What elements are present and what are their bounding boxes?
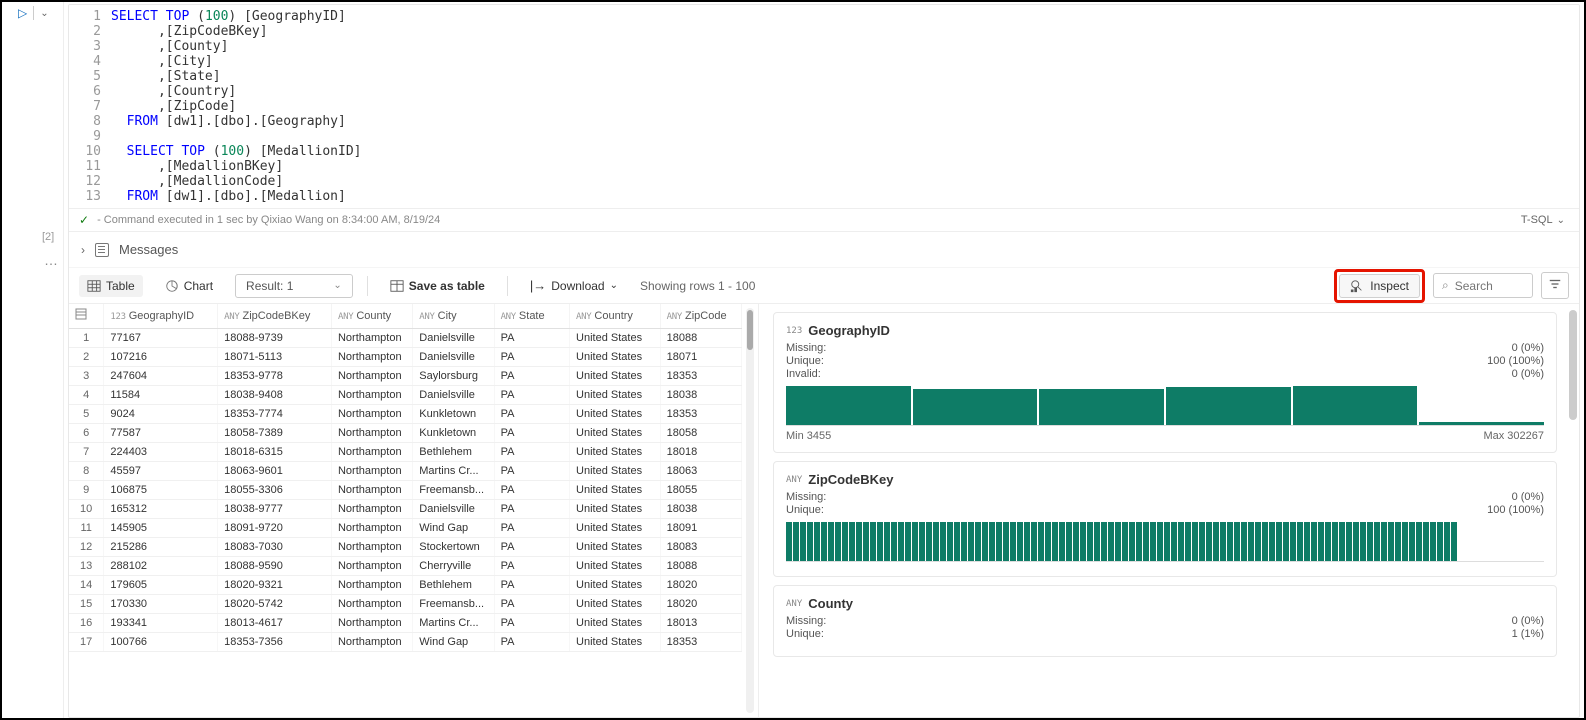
inspect-scrollbar[interactable] xyxy=(1569,310,1577,420)
download-icon: |→ xyxy=(530,278,546,293)
column-header-GeographyID[interactable]: 123GeographyID xyxy=(104,304,218,328)
table-row[interactable]: 17 10076618353-7356NorthamptonWind GapPA… xyxy=(69,632,742,651)
language-indicator[interactable]: T-SQL ⌄ xyxy=(1521,214,1569,226)
filter-icon xyxy=(1548,277,1562,291)
inspect-highlight: Inspect xyxy=(1334,269,1425,303)
column-header-Country[interactable]: ANYCountry xyxy=(570,304,661,328)
expand-chevron-icon[interactable]: › xyxy=(81,243,85,257)
table-row[interactable]: 7 22440318018-6315NorthamptonBethlehemPA… xyxy=(69,442,742,461)
inspect-button[interactable]: Inspect xyxy=(1339,274,1420,298)
line-numbers: 12345678910111213 xyxy=(69,5,111,208)
column-header-ZipCode[interactable]: ANYZipCode xyxy=(660,304,741,328)
more-icon[interactable]: … xyxy=(44,252,56,268)
download-button[interactable]: |→ Download ⌄ xyxy=(522,274,626,297)
histogram xyxy=(786,386,1544,426)
table-row[interactable]: 3 24760418353-9778NorthamptonSaylorsburg… xyxy=(69,366,742,385)
table-row[interactable]: 6 7758718058-7389NorthamptonKunkletownPA… xyxy=(69,423,742,442)
run-cell-dropdown[interactable]: ▷ ⌄ xyxy=(18,6,49,20)
chart-icon xyxy=(165,279,179,293)
filter-button[interactable] xyxy=(1541,272,1569,299)
table-row[interactable]: 12 21528618083-7030NorthamptonStockertow… xyxy=(69,537,742,556)
table-row[interactable]: 10 16531218038-9777NorthamptonDanielsvil… xyxy=(69,499,742,518)
cell-execution-index: [2] xyxy=(42,231,54,243)
chevron-down-icon: ⌄ xyxy=(1557,215,1565,226)
showing-rows-label: Showing rows 1 - 100 xyxy=(640,279,755,293)
table-row[interactable]: 1 7716718088-9739NorthamptonDanielsville… xyxy=(69,328,742,347)
table-scrollbar[interactable] xyxy=(746,308,754,713)
save-as-table-button[interactable]: Save as table xyxy=(382,275,493,297)
chevron-down-icon: ⌄ xyxy=(40,8,48,19)
success-check-icon: ✓ xyxy=(79,213,89,227)
table-view-button[interactable]: Table xyxy=(79,275,143,297)
row-num-header[interactable] xyxy=(69,304,104,328)
inspect-column-ZipCodeBKey: ANYZipCodeBKey Missing:0 (0%)Unique:100 … xyxy=(773,461,1557,577)
results-table[interactable]: 123GeographyIDANYZipCodeBKeyANYCountyANY… xyxy=(69,304,742,652)
table-row[interactable]: 14 17960518020-9321NorthamptonBethlehemP… xyxy=(69,575,742,594)
table-row[interactable]: 15 17033018020-5742NorthamptonFreemansb.… xyxy=(69,594,742,613)
run-icon: ▷ xyxy=(18,6,27,20)
chevron-down-icon: ⌄ xyxy=(333,280,341,291)
inspect-column-GeographyID: 123GeographyID Missing:0 (0%)Unique:100 … xyxy=(773,312,1557,453)
inspect-icon xyxy=(1350,279,1364,293)
table-icon xyxy=(390,279,404,293)
column-header-ZipCodeBKey[interactable]: ANYZipCodeBKey xyxy=(218,304,332,328)
search-icon: ⌕ xyxy=(1442,278,1449,293)
table-icon xyxy=(87,279,101,293)
column-header-County[interactable]: ANYCounty xyxy=(331,304,412,328)
messages-icon xyxy=(95,243,109,257)
result-select[interactable]: Result: 1 ⌄ xyxy=(235,274,353,298)
table-row[interactable]: 2 10721618071-5113NorthamptonDanielsvill… xyxy=(69,347,742,366)
table-row[interactable]: 9 10687518055-3306NorthamptonFreemansb..… xyxy=(69,480,742,499)
search-input-wrapper[interactable]: ⌕ xyxy=(1433,273,1533,298)
table-row[interactable]: 4 1158418038-9408NorthamptonDanielsville… xyxy=(69,385,742,404)
inspect-panel[interactable]: 123GeographyID Missing:0 (0%)Unique:100 … xyxy=(759,304,1579,717)
column-header-City[interactable]: ANYCity xyxy=(413,304,494,328)
messages-label[interactable]: Messages xyxy=(119,242,178,257)
execution-status: - Command executed in 1 sec by Qixiao Wa… xyxy=(97,214,440,226)
inspect-column-County: ANYCounty Missing:0 (0%)Unique:1 (1%) xyxy=(773,585,1557,657)
code-content[interactable]: SELECT TOP (100) [GeographyID] ,[ZipCode… xyxy=(111,5,1579,208)
search-input[interactable] xyxy=(1455,279,1515,293)
chart-view-button[interactable]: Chart xyxy=(157,275,221,297)
chevron-down-icon: ⌄ xyxy=(610,280,618,291)
table-row[interactable]: 16 19334118013-4617NorthamptonMartins Cr… xyxy=(69,613,742,632)
table-row[interactable]: 11 14590518091-9720NorthamptonWind GapPA… xyxy=(69,518,742,537)
column-header-State[interactable]: ANYState xyxy=(494,304,569,328)
table-row[interactable]: 5 902418353-7774NorthamptonKunkletownPAU… xyxy=(69,404,742,423)
code-editor[interactable]: 12345678910111213 SELECT TOP (100) [Geog… xyxy=(69,5,1579,209)
histogram xyxy=(786,522,1544,562)
table-row[interactable]: 13 28810218088-9590NorthamptonCherryvill… xyxy=(69,556,742,575)
table-row[interactable]: 8 4559718063-9601NorthamptonMartins Cr..… xyxy=(69,461,742,480)
